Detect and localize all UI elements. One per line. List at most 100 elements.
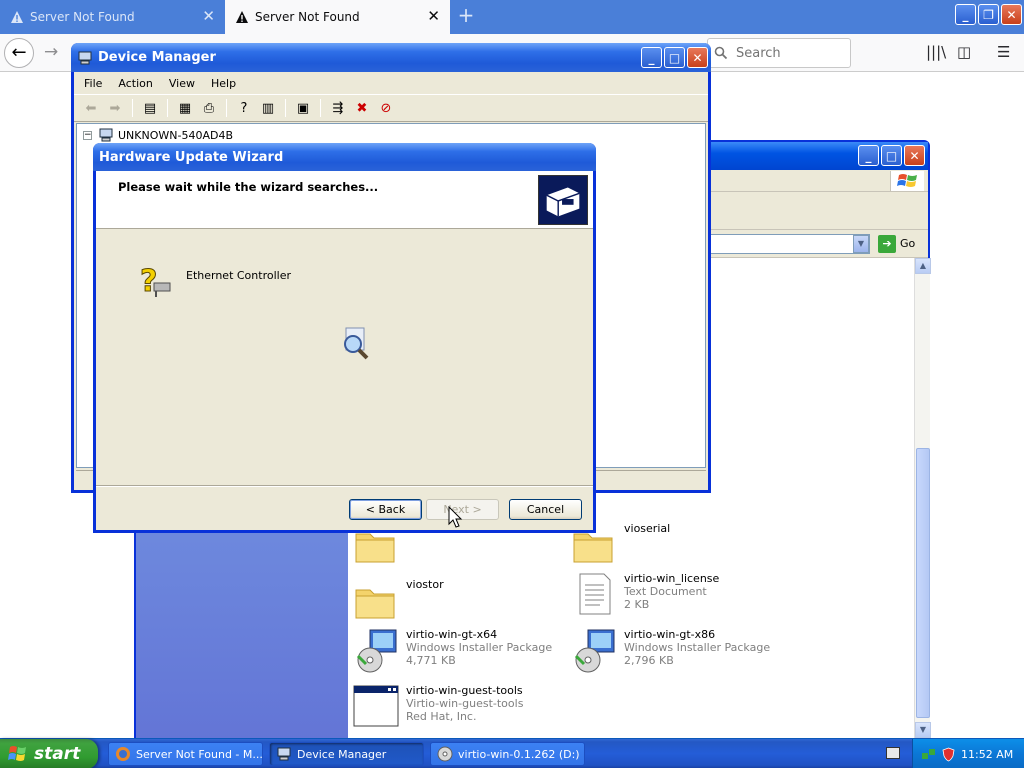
maximize-icon[interactable]: □ <box>881 145 902 166</box>
application-icon <box>353 685 399 727</box>
tree-root-label: UNKNOWN-540AD4B <box>118 128 233 142</box>
close-icon[interactable]: ✕ <box>904 145 925 166</box>
file-name: virtio-win-gt-x64 <box>406 628 498 641</box>
menu-help[interactable]: Help <box>211 77 236 90</box>
update-driver-icon[interactable]: ⇶ <box>329 99 347 117</box>
wizard-title: Hardware Update Wizard <box>99 149 284 165</box>
toolbar-separator <box>320 99 321 117</box>
file-company: Red Hat, Inc. <box>406 710 477 723</box>
forward-arrow-icon[interactable]: → <box>44 42 58 62</box>
menu-file[interactable]: File <box>84 77 102 90</box>
back-arrow-icon[interactable]: ← <box>4 38 34 68</box>
close-icon[interactable]: ✕ <box>687 47 708 68</box>
help-icon[interactable]: ? <box>235 99 253 117</box>
file-type: Text Document <box>624 585 707 598</box>
console-tree-icon[interactable]: ▥ <box>259 99 277 117</box>
wizard-header: Please wait while the wizard searches... <box>96 171 593 229</box>
text-document-icon <box>579 573 611 615</box>
menu-action[interactable]: Action <box>118 77 152 90</box>
new-tab-icon[interactable]: + <box>456 3 476 29</box>
taskbar-item-label: Server Not Found - M... <box>136 747 263 761</box>
forward-icon[interactable]: ➡ <box>106 99 124 117</box>
file-item[interactable]: virtio-win_license Text Document 2 KB <box>570 570 719 618</box>
file-size: 4,771 KB <box>406 654 456 667</box>
back-icon[interactable]: ⬅ <box>82 99 100 117</box>
menu-bar: File Action View Help <box>74 72 708 94</box>
menu-view[interactable]: View <box>169 77 195 90</box>
file-size: 2 KB <box>624 598 650 611</box>
keyboard-icon[interactable] <box>886 747 900 759</box>
file-name: virtio-win_license <box>624 572 720 585</box>
scroll-up-icon[interactable]: ▲ <box>915 258 931 274</box>
file-item[interactable]: virtio-win-gt-x86 Windows Installer Pack… <box>570 626 770 674</box>
search-icon <box>714 46 728 60</box>
tree-root-node[interactable]: − UNKNOWN-540AD4B <box>83 127 233 143</box>
disable-icon[interactable]: ⊘ <box>377 99 395 117</box>
file-item[interactable]: virtio-win-gt-x64 Windows Installer Pack… <box>352 626 552 674</box>
wizard-title-bar: Hardware Update Wizard <box>93 143 596 171</box>
file-item[interactable]: virtio-win-guest-tools Virtio-win-guest-… <box>352 682 523 730</box>
taskbar-item-device-manager[interactable]: Device Manager <box>269 742 424 766</box>
back-button[interactable]: < Back <box>349 499 422 520</box>
network-icon[interactable] <box>921 747 936 762</box>
windows-logo-icon <box>890 171 924 191</box>
browser-tab-strip: Server Not Found ✕ Server Not Found ✕ + … <box>0 0 1024 34</box>
search-placeholder: Search <box>736 45 781 61</box>
chevron-down-icon[interactable]: ▼ <box>853 235 869 253</box>
svg-text:?: ? <box>140 264 157 299</box>
cancel-button[interactable]: Cancel <box>509 499 582 520</box>
file-name: viostor <box>406 578 444 591</box>
sidebar-icon[interactable]: ◫ <box>957 43 971 61</box>
start-button[interactable]: start <box>0 739 98 768</box>
search-box[interactable]: Search <box>707 38 851 68</box>
toolbar-separator <box>167 99 168 117</box>
browser-tab-active[interactable]: Server Not Found ✕ <box>225 0 450 34</box>
go-arrow-icon[interactable]: ➔ <box>878 235 896 253</box>
uninstall-icon[interactable]: ✖ <box>353 99 371 117</box>
computer-icon <box>78 51 92 64</box>
wizard-heading: Please wait while the wizard searches... <box>118 180 379 194</box>
toolbar-separator <box>226 99 227 117</box>
go-button[interactable]: Go <box>900 237 915 250</box>
collapse-icon[interactable]: − <box>83 130 92 140</box>
start-label: start <box>34 744 81 764</box>
library-icon[interactable]: |||\ <box>926 43 946 61</box>
scroll-down-icon[interactable]: ▼ <box>915 722 931 738</box>
minimize-icon[interactable]: _ <box>858 145 879 166</box>
minimize-icon[interactable]: _ <box>955 4 976 25</box>
taskbar-item-label: Device Manager <box>297 747 387 761</box>
hardware-update-wizard: Hardware Update Wizard Please wait while… <box>93 143 596 533</box>
installer-icon <box>574 629 615 673</box>
file-name: virtio-win-guest-tools <box>406 684 523 697</box>
maximize-icon[interactable]: □ <box>664 47 685 68</box>
security-shield-icon[interactable] <box>941 747 956 762</box>
scroll-thumb[interactable] <box>916 448 930 718</box>
warning-icon <box>236 11 248 23</box>
close-icon[interactable]: ✕ <box>1001 4 1022 25</box>
cd-drive-icon <box>437 746 453 762</box>
device-name: Ethernet Controller <box>186 269 291 282</box>
taskbar-item-firefox[interactable]: Server Not Found - M... <box>108 742 263 766</box>
minimize-icon[interactable]: _ <box>641 47 662 68</box>
file-item[interactable]: viostor <box>352 576 444 624</box>
menu-icon[interactable]: ☰ <box>997 43 1010 61</box>
taskbar-item-explorer[interactable]: virtio-win-0.1.262 (D:) <box>430 742 585 766</box>
properties-icon[interactable]: ▦ <box>176 99 194 117</box>
vertical-scrollbar[interactable]: ▲ ▼ <box>914 258 931 740</box>
restore-icon[interactable]: ❐ <box>978 4 999 25</box>
file-size: 2,796 KB <box>624 654 674 667</box>
close-tab-icon[interactable]: ✕ <box>202 8 215 24</box>
print-icon[interactable]: ⎙ <box>200 99 218 117</box>
clock[interactable]: 11:52 AM <box>961 748 1013 761</box>
file-type: Windows Installer Package <box>406 641 553 654</box>
tab-title: Server Not Found <box>30 10 135 24</box>
show-hide-tree-icon[interactable]: ▤ <box>141 99 159 117</box>
taskbar-item-label: virtio-win-0.1.262 (D:) <box>458 747 580 761</box>
firefox-icon <box>116 747 130 761</box>
close-tab-icon[interactable]: ✕ <box>427 8 440 24</box>
browser-window-controls: _ ❐ ✕ <box>955 4 1022 25</box>
window-title: Device Manager <box>98 50 216 65</box>
tab-title: Server Not Found <box>255 10 360 24</box>
browser-tab[interactable]: Server Not Found ✕ <box>0 0 225 34</box>
scan-hardware-icon[interactable]: ▣ <box>294 99 312 117</box>
